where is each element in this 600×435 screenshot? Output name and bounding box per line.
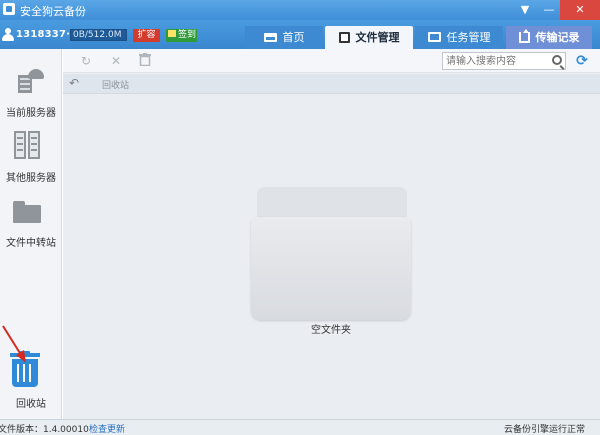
- trash-icon: [139, 53, 151, 67]
- main-panel: ↻ ✕ ⟳ ↶ 回收站 空文件夹: [63, 49, 600, 419]
- sidebar-item-label: 回收站: [16, 399, 46, 410]
- user-icon: [2, 28, 14, 42]
- breadcrumb-current: 回收站: [102, 81, 130, 91]
- cloud-server-icon: [16, 67, 44, 93]
- calendar-icon: [168, 30, 176, 37]
- upload-icon: [518, 28, 530, 43]
- sync-button[interactable]: ⟳: [574, 53, 590, 69]
- tab-task-manager-label: 任务管理: [446, 31, 491, 44]
- restore-button[interactable]: ↻: [78, 53, 94, 69]
- sidebar-item-current-server[interactable]: 当前服务器: [0, 61, 62, 121]
- title-bar: 安全狗云备份 ▼ — ✕: [0, 0, 600, 20]
- tab-file-manager[interactable]: 文件管理: [325, 26, 413, 49]
- file-manager-icon: [338, 31, 350, 43]
- delete-button[interactable]: ✕: [108, 53, 124, 69]
- sidebar-item-other-servers[interactable]: 其他服务器: [0, 129, 62, 189]
- storage-quota: 0B/512.0M: [70, 29, 127, 41]
- tab-home-label: 首页: [282, 31, 305, 44]
- search-icon[interactable]: [552, 55, 562, 65]
- sign-in-label: 签到: [178, 30, 197, 40]
- server-rack-icon: [14, 131, 42, 159]
- home-icon: [263, 32, 277, 42]
- empty-folder-label: 空文件夹: [311, 325, 351, 336]
- tab-file-manager-label: 文件管理: [355, 31, 400, 44]
- search-box[interactable]: [442, 52, 566, 70]
- monitor-icon: [427, 32, 441, 42]
- annotation-arrow-icon: [2, 325, 26, 363]
- toolbar: ↻ ✕ ⟳: [63, 49, 600, 73]
- check-update-link[interactable]: 检查更新: [89, 422, 125, 435]
- sidebar-item-label: 当前服务器: [6, 108, 56, 119]
- username[interactable]: 1318337···: [16, 29, 78, 40]
- version-label: 文件版本：1.4.00010: [0, 425, 89, 435]
- sidebar-item-transfer-station[interactable]: 文件中转站: [0, 197, 62, 257]
- search-input[interactable]: [443, 53, 549, 69]
- minimize-button[interactable]: —: [538, 0, 560, 20]
- breadcrumb: ↶ 回收站: [63, 74, 600, 94]
- engine-status: 云备份引擎运行正常: [503, 425, 585, 435]
- expand-storage-button[interactable]: 扩容: [133, 29, 160, 42]
- tab-transfer-records-label: 传输记录: [535, 31, 580, 44]
- sidebar-item-label: 文件中转站: [6, 238, 56, 249]
- status-bar: 文件版本：1.4.00010 检查更新 云备份引擎运行正常: [0, 419, 600, 435]
- empty-trash-button[interactable]: [137, 53, 153, 69]
- sidebar-item-label: 其他服务器: [6, 173, 56, 184]
- menu-dropdown-button[interactable]: ▼: [514, 0, 536, 20]
- empty-folder-icon: [251, 187, 411, 320]
- tab-transfer-records[interactable]: 传输记录: [506, 26, 592, 49]
- back-button[interactable]: ↶: [69, 76, 85, 90]
- tab-task-manager[interactable]: 任务管理: [415, 26, 503, 49]
- tab-home[interactable]: 首页: [245, 26, 323, 49]
- window-title: 安全狗云备份: [20, 5, 86, 18]
- app-logo-icon: [3, 3, 15, 15]
- close-button[interactable]: ✕: [560, 0, 600, 20]
- sign-in-button[interactable]: 签到: [166, 29, 197, 42]
- folder-icon: [13, 201, 41, 223]
